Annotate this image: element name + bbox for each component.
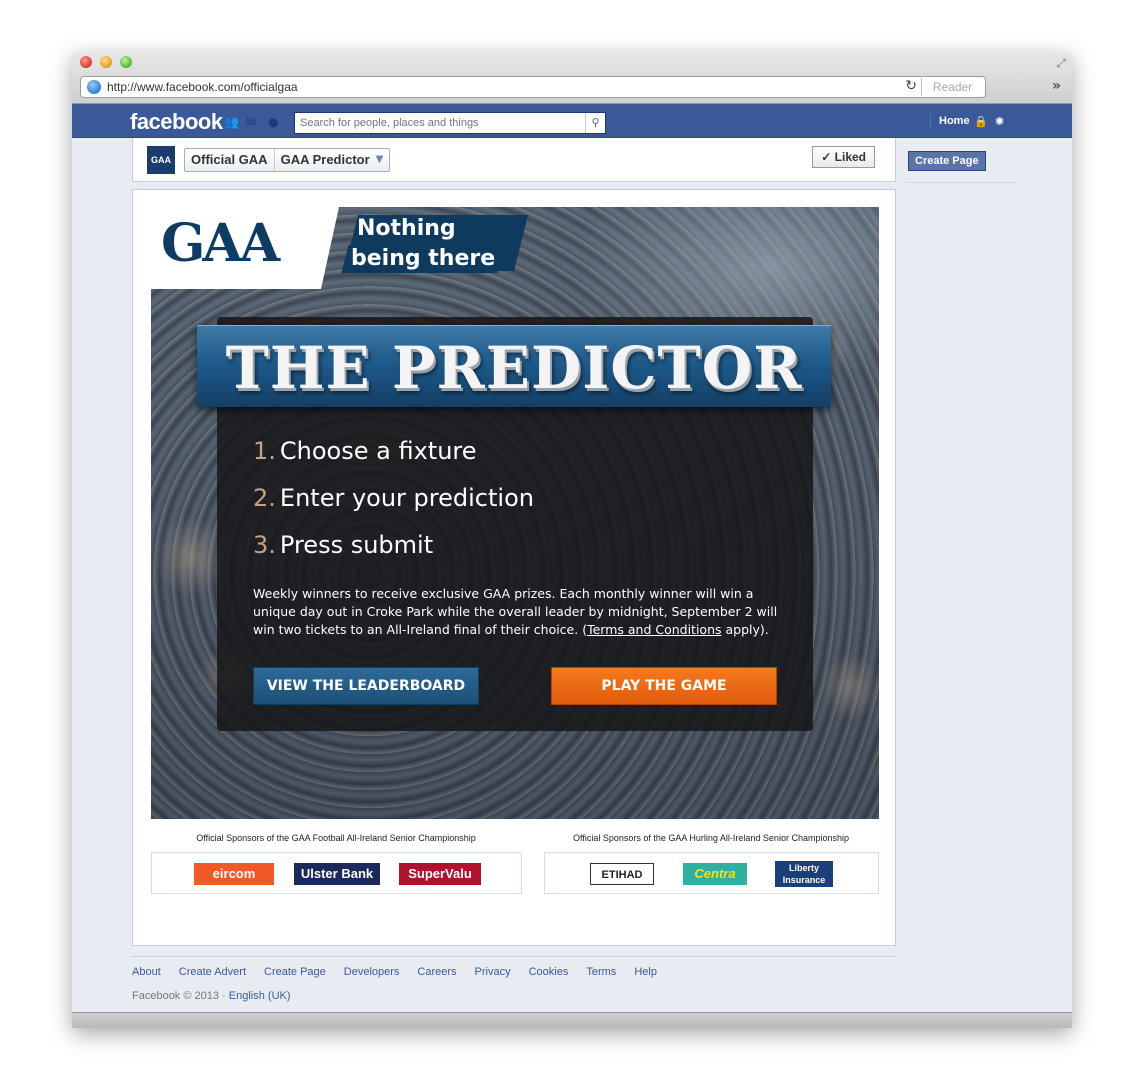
predictor-title: THE PREDICTOR: [225, 334, 803, 402]
footer-link[interactable]: Careers: [417, 966, 456, 978]
page-thumbnail[interactable]: GAA: [147, 146, 175, 174]
messages-icon[interactable]: ✉: [246, 116, 260, 128]
hurling-sponsors-heading: Official Sponsors of the GAA Hurling All…: [573, 833, 849, 843]
footer-link[interactable]: Privacy: [475, 966, 511, 978]
footer-link[interactable]: Terms: [586, 966, 616, 978]
footer-link[interactable]: Cookies: [529, 966, 569, 978]
reader-button[interactable]: Reader: [921, 78, 983, 96]
hurling-sponsors-box: ETIHAD Centra Liberty Insurance: [544, 852, 879, 894]
step-item: 1. Choose a fixture: [253, 437, 477, 465]
prize-description: Weekly winners to receive exclusive GAA …: [253, 586, 778, 637]
settings-gear-icon[interactable]: ✺: [995, 115, 1004, 128]
predictor-banner: THE PREDICTOR: [197, 325, 831, 407]
globe-icon: [87, 80, 101, 94]
create-page-button[interactable]: Create Page: [908, 151, 986, 171]
search-input[interactable]: [295, 113, 583, 133]
gaa-logo-panel: GAA: [151, 207, 339, 289]
etihad-logo[interactable]: ETIHAD: [590, 863, 654, 885]
page-header: GAA Official GAA GAA Predictor ▼ ✓ Liked: [132, 138, 896, 182]
chevron-double-right-icon[interactable]: »: [1052, 78, 1061, 94]
fullscreen-icon[interactable]: ⤢: [1056, 56, 1066, 71]
footer-link[interactable]: Create Advert: [179, 966, 246, 978]
facebook-top-bar: facebook 👥 ✉ ● ⚲ Home 🔒 ✺: [72, 104, 1072, 138]
url-text[interactable]: http://www.facebook.com/officialgaa: [107, 80, 298, 94]
footer-link[interactable]: Help: [634, 966, 657, 978]
football-sponsors-heading: Official Sponsors of the GAA Football Al…: [196, 833, 476, 843]
footer-link[interactable]: Developers: [344, 966, 400, 978]
minimize-window-button[interactable]: [100, 56, 112, 68]
footer-links: About Create Advert Create Page Develope…: [132, 966, 657, 978]
tagline: Nothing beats being there: [319, 215, 528, 275]
breadcrumb-app-name[interactable]: GAA Predictor: [273, 149, 376, 171]
friend-requests-icon[interactable]: 👥: [224, 116, 239, 128]
browser-chrome: ⤢ http://www.facebook.com/officialgaa ↻ …: [72, 52, 1072, 104]
liberty-insurance-logo[interactable]: Liberty Insurance: [775, 861, 833, 887]
privacy-shortcuts-icon[interactable]: 🔒: [974, 115, 988, 128]
step-item: 2. Enter your prediction: [253, 484, 534, 512]
steps-list: 1. Choose a fixture 2. Enter your predicti…: [253, 431, 534, 572]
view-leaderboard-button[interactable]: VIEW THE LEADERBOARD: [253, 667, 479, 705]
hero-crowd-image: GAA Nothing beats being there THE PREDIC…: [151, 207, 879, 819]
close-window-button[interactable]: [80, 56, 92, 68]
search-box[interactable]: ⚲: [294, 112, 606, 134]
liked-button[interactable]: ✓ Liked: [812, 146, 875, 168]
language-link[interactable]: English (UK): [229, 990, 291, 1002]
footer-divider: [132, 956, 896, 957]
terms-link[interactable]: Terms and Conditions: [587, 622, 721, 637]
search-icon[interactable]: ⚲: [585, 113, 605, 133]
footer-link[interactable]: About: [132, 966, 161, 978]
football-sponsors-box: eircom Ulster Bank SuperValu: [151, 852, 522, 894]
browser-bottom-bar: [72, 1012, 1072, 1028]
gaa-logo: GAA: [161, 213, 280, 274]
supervalu-logo[interactable]: SuperValu: [399, 863, 481, 885]
copyright: Facebook © 2013 · English (UK): [132, 990, 291, 1002]
breadcrumb[interactable]: Official GAA GAA Predictor ▼: [184, 148, 391, 172]
breadcrumb-page-name[interactable]: Official GAA: [185, 149, 274, 171]
ulster-bank-logo[interactable]: Ulster Bank: [294, 863, 380, 885]
tagline-line2: being there: [341, 245, 505, 273]
sidebar-divider: [906, 182, 1018, 183]
play-game-button[interactable]: PLAY THE GAME: [551, 667, 777, 705]
footer-link[interactable]: Create Page: [264, 966, 326, 978]
address-bar[interactable]: http://www.facebook.com/officialgaa ↻ Re…: [80, 76, 986, 98]
eircom-logo[interactable]: eircom: [194, 863, 274, 885]
home-link[interactable]: Home: [930, 114, 970, 128]
notifications-icon[interactable]: ●: [268, 116, 282, 128]
browser-window: ⤢ http://www.facebook.com/officialgaa ↻ …: [72, 52, 1072, 1028]
app-canvas: GAA Nothing beats being there THE PREDIC…: [132, 189, 896, 946]
step-item: 3. Press submit: [253, 531, 434, 559]
facebook-logo[interactable]: facebook: [130, 109, 223, 135]
zoom-window-button[interactable]: [120, 56, 132, 68]
chevron-down-icon[interactable]: ▼: [376, 149, 390, 171]
centra-logo[interactable]: Centra: [683, 863, 747, 885]
reload-icon[interactable]: ↻: [905, 78, 917, 94]
